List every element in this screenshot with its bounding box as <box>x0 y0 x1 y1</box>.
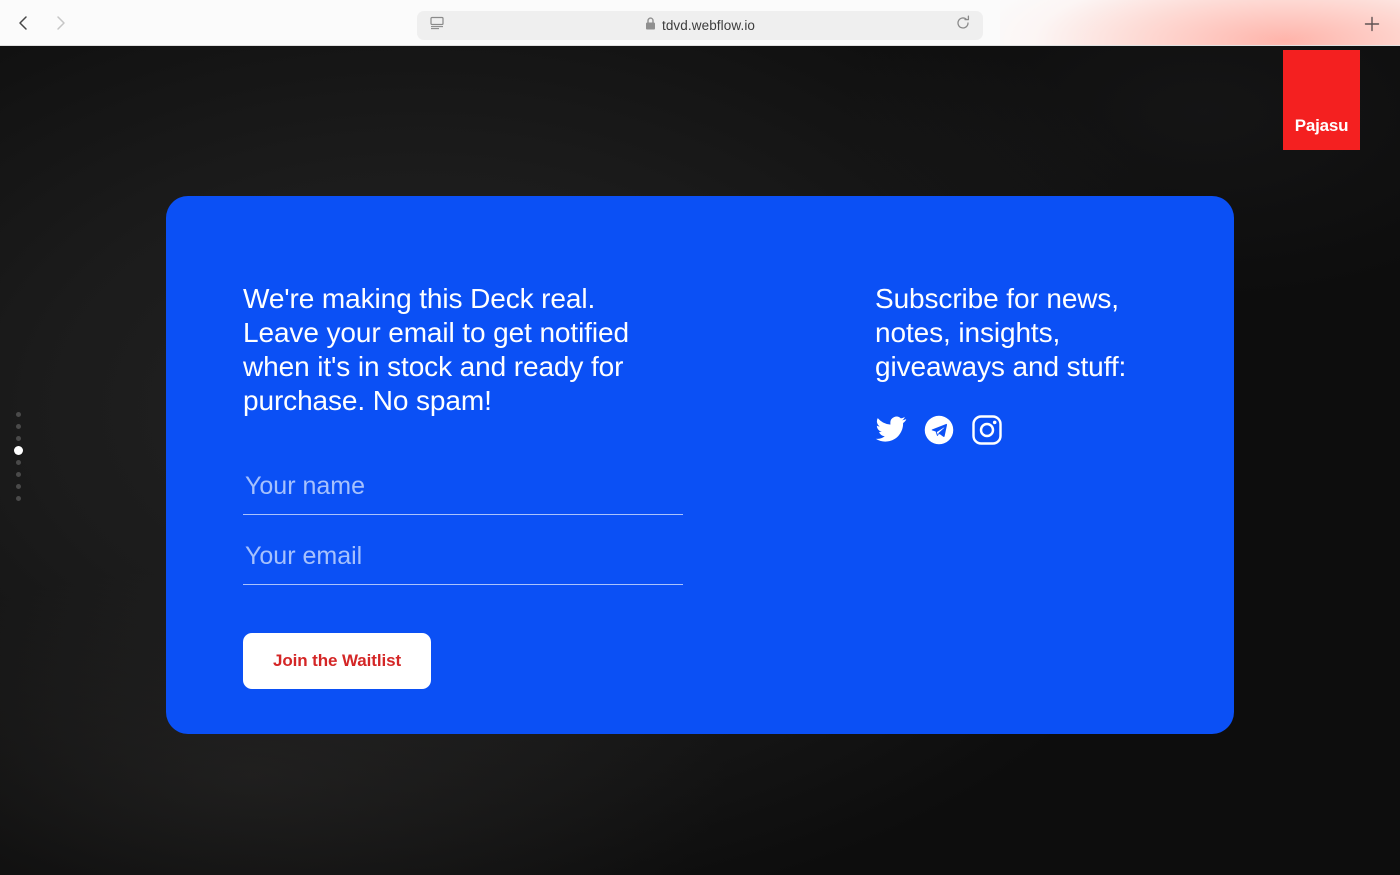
brand-badge[interactable]: Pajasu <box>1283 50 1360 150</box>
new-tab-button[interactable] <box>1359 12 1385 38</box>
slide-dot-5[interactable] <box>16 460 21 465</box>
brand-name: Pajasu <box>1294 116 1349 135</box>
telegram-link[interactable] <box>923 415 955 450</box>
slide-dot-8[interactable] <box>16 496 21 501</box>
slide-dot-7[interactable] <box>16 484 21 489</box>
reload-icon <box>955 15 971 36</box>
page-viewport: Pajasu We're making this Deck real. Leav… <box>0 46 1400 875</box>
instagram-icon <box>972 415 1002 450</box>
reader-view-icon <box>429 15 445 36</box>
social-links <box>875 415 1234 450</box>
slide-dot-6[interactable] <box>16 472 21 477</box>
slide-dot-nav <box>14 412 23 501</box>
slide-dot-4-active[interactable] <box>14 446 23 455</box>
email-input[interactable] <box>243 536 683 585</box>
card-left-column: We're making this Deck real. Leave your … <box>166 196 726 734</box>
twitter-icon <box>875 416 907 449</box>
waitlist-form: Join the Waitlist <box>243 466 683 689</box>
slide-dot-1[interactable] <box>16 412 21 417</box>
plus-icon <box>1362 14 1382 37</box>
url-text: tdvd.webflow.io <box>661 18 756 33</box>
browser-chrome: tdvd.webflow.io <box>0 0 1400 46</box>
chevron-left-icon <box>15 14 33 32</box>
card-headline: We're making this Deck real. Leave your … <box>243 283 629 417</box>
tab-theme-tint <box>1000 0 1400 45</box>
waitlist-card: We're making this Deck real. Leave your … <box>166 196 1234 734</box>
telegram-icon <box>924 415 954 450</box>
name-input[interactable] <box>243 466 683 515</box>
back-button[interactable] <box>12 11 36 35</box>
join-waitlist-button[interactable]: Join the Waitlist <box>243 632 432 689</box>
card-right-column: Subscribe for news, notes, insights, giv… <box>726 196 1234 734</box>
forward-button[interactable] <box>48 11 72 35</box>
lock-icon <box>645 16 656 35</box>
slide-dot-2[interactable] <box>16 424 21 429</box>
navigation-buttons <box>12 11 72 35</box>
url-display[interactable]: tdvd.webflow.io <box>454 11 946 40</box>
subscribe-subhead: Subscribe for news, notes, insights, giv… <box>875 283 1127 383</box>
instagram-link[interactable] <box>971 415 1003 450</box>
twitter-link[interactable] <box>875 416 907 448</box>
address-bar[interactable]: tdvd.webflow.io <box>417 11 983 40</box>
reload-button[interactable] <box>946 12 980 39</box>
reader-view-button[interactable] <box>420 12 454 39</box>
slide-dot-3[interactable] <box>16 436 21 441</box>
chevron-right-icon <box>51 14 69 32</box>
